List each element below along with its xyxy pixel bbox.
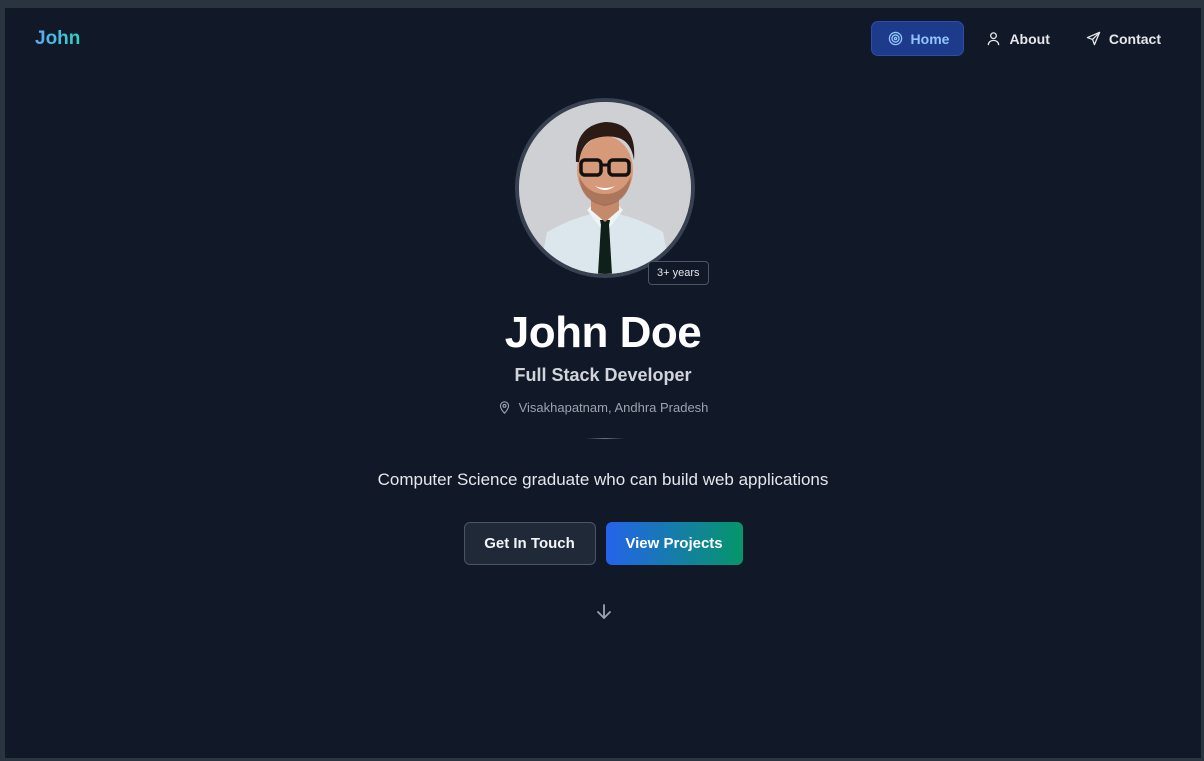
hero-name: John Doe bbox=[504, 308, 702, 357]
navbar: John Home About Contact bbox=[5, 8, 1201, 70]
avatar bbox=[515, 98, 695, 278]
nav-link-label: Home bbox=[910, 30, 950, 47]
nav-link-label: Contact bbox=[1108, 30, 1161, 47]
experience-badge: 3+ years bbox=[648, 261, 709, 285]
nav-links: Home About Contact bbox=[870, 21, 1175, 56]
avatar-container: 3+ years bbox=[515, 98, 709, 285]
target-icon bbox=[888, 31, 902, 46]
nav-link-home[interactable]: Home bbox=[870, 21, 965, 56]
hero-tagline: Computer Science graduate who can build … bbox=[377, 470, 829, 489]
user-icon bbox=[988, 32, 1000, 46]
nav-link-contact[interactable]: Contact bbox=[1072, 21, 1175, 56]
nav-link-label: About bbox=[1009, 30, 1050, 47]
location: Visakhapatnam, Andhra Pradesh bbox=[5, 400, 1201, 415]
location-text: Visakhapatnam, Andhra Pradesh bbox=[518, 400, 709, 415]
profile-photo bbox=[519, 102, 691, 274]
hero-role: Full Stack Developer bbox=[514, 365, 692, 385]
arrow-down-icon[interactable] bbox=[594, 602, 614, 622]
map-pin-icon bbox=[499, 401, 509, 414]
get-in-touch-button[interactable]: Get In Touch bbox=[463, 522, 596, 565]
view-projects-button[interactable]: View Projects bbox=[605, 522, 743, 565]
page: John Home About Contact 3+ years John Do… bbox=[5, 8, 1201, 758]
nav-link-about[interactable]: About bbox=[972, 21, 1063, 56]
brand-logo[interactable]: John bbox=[35, 28, 80, 50]
hero-buttons: Get In Touch View Projects bbox=[5, 522, 1201, 565]
divider bbox=[585, 438, 625, 439]
send-icon bbox=[1086, 31, 1101, 46]
